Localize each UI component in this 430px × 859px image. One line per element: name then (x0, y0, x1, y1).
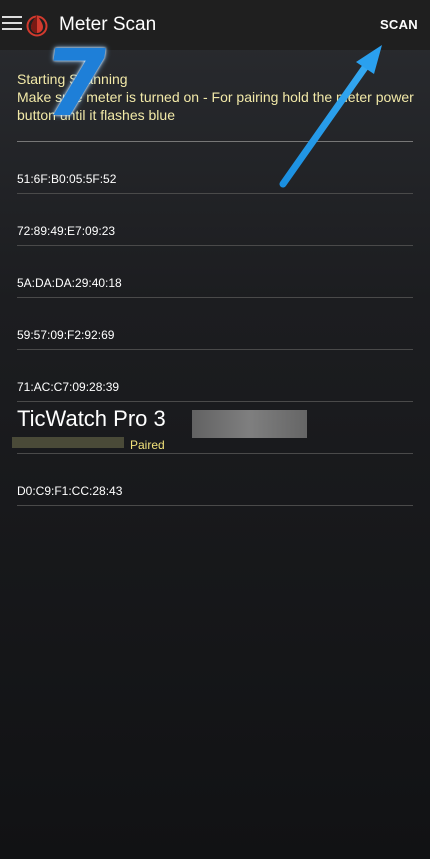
device-item[interactable]: 72:89:49:E7:09:23 (17, 194, 413, 246)
device-item[interactable]: 59:57:09:F2:92:69 (17, 298, 413, 350)
device-mac: 5A:DA:DA:29:40:18 (17, 276, 122, 290)
redacted-address (12, 437, 124, 448)
redacted-serial (192, 410, 307, 438)
device-item[interactable]: 71:AC:C7:09:28:39 (17, 350, 413, 402)
paired-device-item[interactable]: TicWatch Pro 3 Paired (0, 402, 430, 454)
device-item[interactable]: 5A:DA:DA:29:40:18 (17, 246, 413, 298)
app-bar: Meter Scan SCAN (0, 0, 430, 50)
device-list: 51:6F:B0:05:5F:52 72:89:49:E7:09:23 5A:D… (0, 142, 430, 402)
device-mac: 59:57:09:F2:92:69 (17, 328, 115, 342)
meter-scan-screen: Meter Scan SCAN Starting Scanning Make s… (0, 0, 430, 859)
blood-drop-icon (26, 15, 48, 37)
paired-device-name: TicWatch Pro 3 (17, 406, 166, 431)
scan-button[interactable]: SCAN (380, 17, 418, 32)
hamburger-menu-icon[interactable] (2, 16, 22, 32)
scan-status-message: Starting Scanning Make sure meter is tur… (17, 70, 417, 124)
status-line-1: Starting Scanning (17, 71, 128, 87)
paired-status-label: Paired (130, 438, 165, 452)
device-mac: D0:C9:F1:CC:28:43 (17, 484, 123, 498)
status-line-2: Make sure meter is turned on - For pairi… (17, 89, 414, 123)
device-mac: 72:89:49:E7:09:23 (17, 224, 116, 238)
device-item[interactable]: D0:C9:F1:CC:28:43 (17, 454, 413, 506)
device-item[interactable]: 51:6F:B0:05:5F:52 (17, 142, 413, 194)
app-title: Meter Scan (59, 14, 157, 35)
device-mac: 51:6F:B0:05:5F:52 (17, 172, 117, 186)
device-mac: 71:AC:C7:09:28:39 (17, 380, 120, 394)
